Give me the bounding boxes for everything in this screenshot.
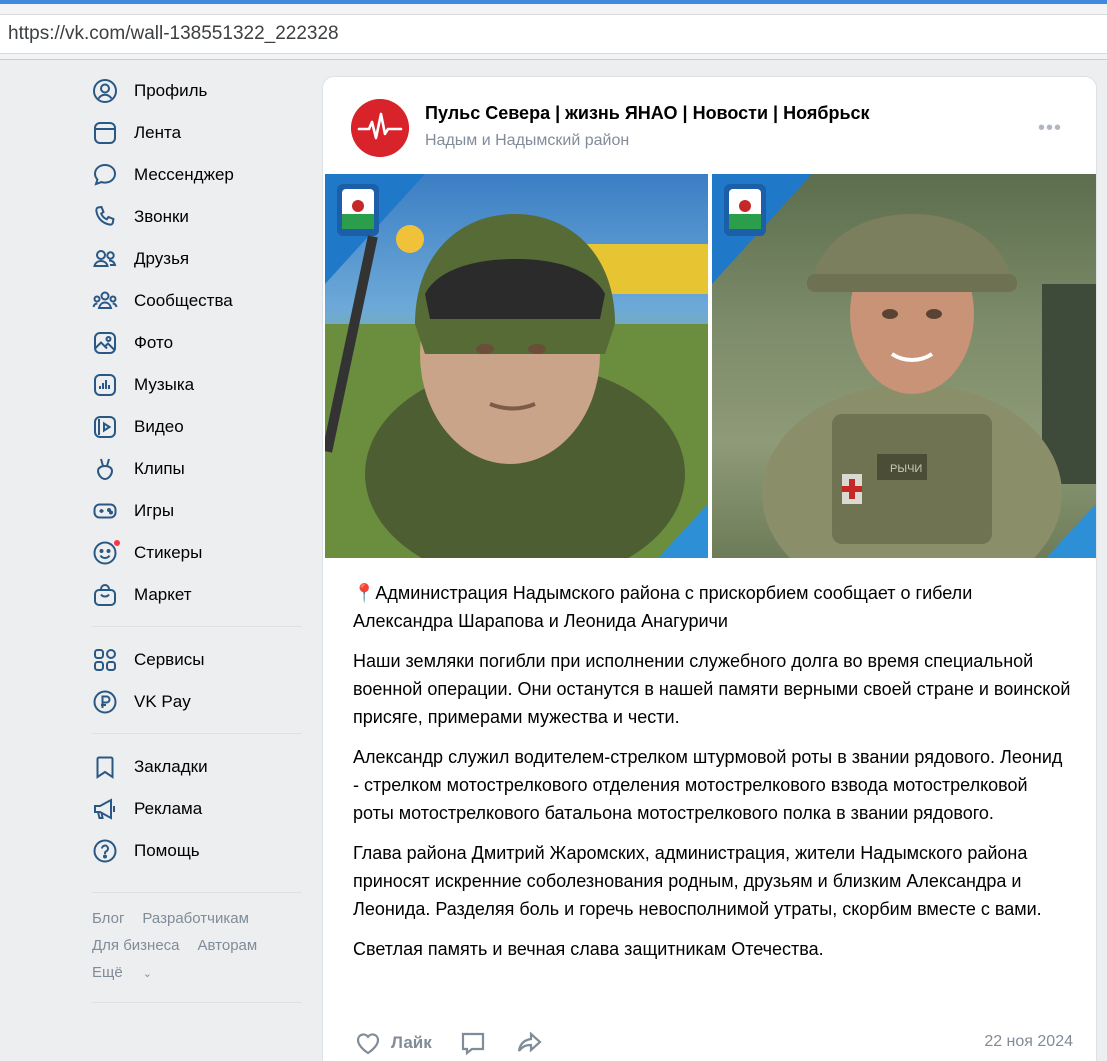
sidebar-item-label: Фото [134, 333, 174, 352]
footer-link-blog[interactable]: Блог [92, 910, 124, 927]
left-sidebar: Профиль Лента Мессенджер Звонки Друзья С… [92, 70, 304, 1015]
group-location: Надым и Надымский район [425, 132, 630, 149]
sidebar-item-services[interactable]: Сервисы [92, 639, 304, 681]
comment-button[interactable] [458, 1028, 488, 1058]
sidebar-item-games[interactable]: Игры [92, 490, 304, 532]
phone-icon [92, 204, 118, 230]
sidebar-item-label: VK Pay [134, 692, 191, 711]
sidebar-item-label: Закладки [134, 757, 208, 776]
group-avatar[interactable] [351, 99, 409, 157]
photo-icon [92, 330, 118, 356]
post-paragraph: Наши земляки погибли при исполнении служ… [353, 651, 1071, 727]
sidebar-item-bookmarks[interactable]: Закладки [92, 746, 304, 788]
sidebar-item-label: Игры [134, 501, 175, 520]
post-paragraph: 📍Администрация Надымского района с приск… [353, 583, 973, 631]
megaphone-icon [92, 796, 118, 822]
share-button[interactable] [514, 1028, 544, 1058]
photo-1-illustration [325, 174, 708, 558]
sidebar-item-stickers[interactable]: Стикеры [92, 532, 304, 574]
more-options-icon[interactable]: ••• [1038, 117, 1062, 140]
friends-icon [92, 246, 118, 272]
music-icon [92, 372, 118, 398]
sidebar-divider [92, 626, 302, 627]
group-name-link[interactable]: Пульс Севера | жизнь ЯНАО | Новости | Но… [425, 103, 870, 124]
sidebar-item-label: Стикеры [134, 543, 203, 562]
sidebar-item-label: Реклама [134, 799, 203, 818]
vkpay-icon [92, 689, 118, 715]
post-paragraph: Александр служил водителем-стрелком штур… [353, 747, 1063, 823]
address-bar-url[interactable]: https://vk.com/wall-138551322_222328 [8, 23, 339, 45]
share-icon [517, 1031, 542, 1053]
sidebar-item-label: Друзья [134, 249, 190, 268]
footer-link-more-label: Ещё [92, 964, 123, 981]
stickers-icon [92, 539, 121, 566]
sidebar-item-label: Мессенджер [134, 165, 234, 184]
profile-icon [92, 78, 118, 104]
sidebar-item-label: Помощь [134, 841, 200, 860]
heart-icon [356, 1033, 380, 1055]
sidebar-item-label: Сервисы [134, 650, 205, 669]
sidebar-item-video[interactable]: Видео [92, 406, 304, 448]
sidebar-footer-links: Блог Разработчикам Для бизнеса Авторам Ещё… [92, 905, 304, 988]
photo-2-illustration: РЫЧИ [712, 174, 1096, 558]
services-icon [92, 647, 118, 673]
post-photo-1[interactable] [325, 174, 708, 558]
bookmark-icon [92, 754, 118, 780]
sidebar-item-friends[interactable]: Друзья [92, 238, 304, 280]
sidebar-item-label: Музыка [134, 375, 195, 394]
sidebar-item-help[interactable]: Помощь [92, 830, 304, 872]
sidebar-item-photo[interactable]: Фото [92, 322, 304, 364]
sidebar-item-communities[interactable]: Сообщества [92, 280, 304, 322]
footer-link-business[interactable]: Для бизнеса [92, 937, 180, 954]
clips-icon [92, 456, 118, 482]
pulse-logo-icon [351, 99, 409, 157]
messenger-icon [92, 162, 118, 188]
notification-dot [113, 539, 121, 547]
sidebar-item-music[interactable]: Музыка [92, 364, 304, 406]
post-photo-2[interactable]: РЫЧИ [712, 174, 1096, 558]
sidebar-item-vkpay[interactable]: VK Pay [92, 681, 304, 723]
sidebar-item-label: Клипы [134, 459, 185, 478]
sidebar-divider [92, 892, 302, 893]
post-paragraph: Глава района Дмитрий Жаромских, админист… [353, 843, 1042, 919]
communities-icon [92, 288, 118, 314]
browser-toolbar: https://vk.com/wall-138551322_222328 [0, 4, 1107, 60]
footer-link-authors[interactable]: Авторам [198, 937, 258, 954]
patch-label: РЫЧИ [890, 463, 922, 475]
sidebar-item-market[interactable]: Маркет [92, 574, 304, 616]
feed-icon [92, 120, 118, 146]
sidebar-item-ads[interactable]: Реклама [92, 788, 304, 830]
sidebar-item-label: Сообщества [134, 291, 233, 310]
like-label: Лайк [391, 1033, 432, 1052]
wall-post: Пульс Севера | жизнь ЯНАО | Новости | Но… [322, 76, 1097, 1061]
address-bar[interactable]: https://vk.com/wall-138551322_222328 [0, 14, 1107, 54]
chevron-down-icon: ⌄ [142, 968, 152, 980]
like-button[interactable]: Лайк [353, 1028, 432, 1058]
video-icon [92, 414, 118, 440]
sidebar-divider [92, 733, 302, 734]
sidebar-item-messenger[interactable]: Мессенджер [92, 154, 304, 196]
sidebar-divider [92, 1002, 302, 1003]
sidebar-item-label: Лента [134, 123, 182, 142]
footer-link-developers[interactable]: Разработчикам [142, 910, 248, 927]
market-icon [92, 582, 118, 608]
help-icon [92, 838, 118, 864]
sidebar-item-label: Маркет [134, 585, 192, 604]
post-text: 📍Администрация Надымского района с приск… [353, 579, 1073, 975]
sidebar-item-label: Профиль [134, 81, 208, 100]
post-actions: Лайк 22 ноя 2024 [353, 1027, 1073, 1059]
sidebar-item-calls[interactable]: Звонки [92, 196, 304, 238]
sidebar-item-label: Звонки [134, 207, 189, 226]
sidebar-item-profile[interactable]: Профиль [92, 70, 304, 112]
comment-icon [461, 1032, 484, 1056]
sidebar-item-feed[interactable]: Лента [92, 112, 304, 154]
post-paragraph: Светлая память и вечная слава защитникам… [353, 939, 824, 959]
post-date[interactable]: 22 ноя 2024 [984, 1033, 1073, 1051]
sidebar-item-clips[interactable]: Клипы [92, 448, 304, 490]
sidebar-item-label: Видео [134, 417, 184, 436]
footer-link-more[interactable]: Ещё ⌄ [92, 964, 170, 981]
games-icon [92, 498, 118, 524]
